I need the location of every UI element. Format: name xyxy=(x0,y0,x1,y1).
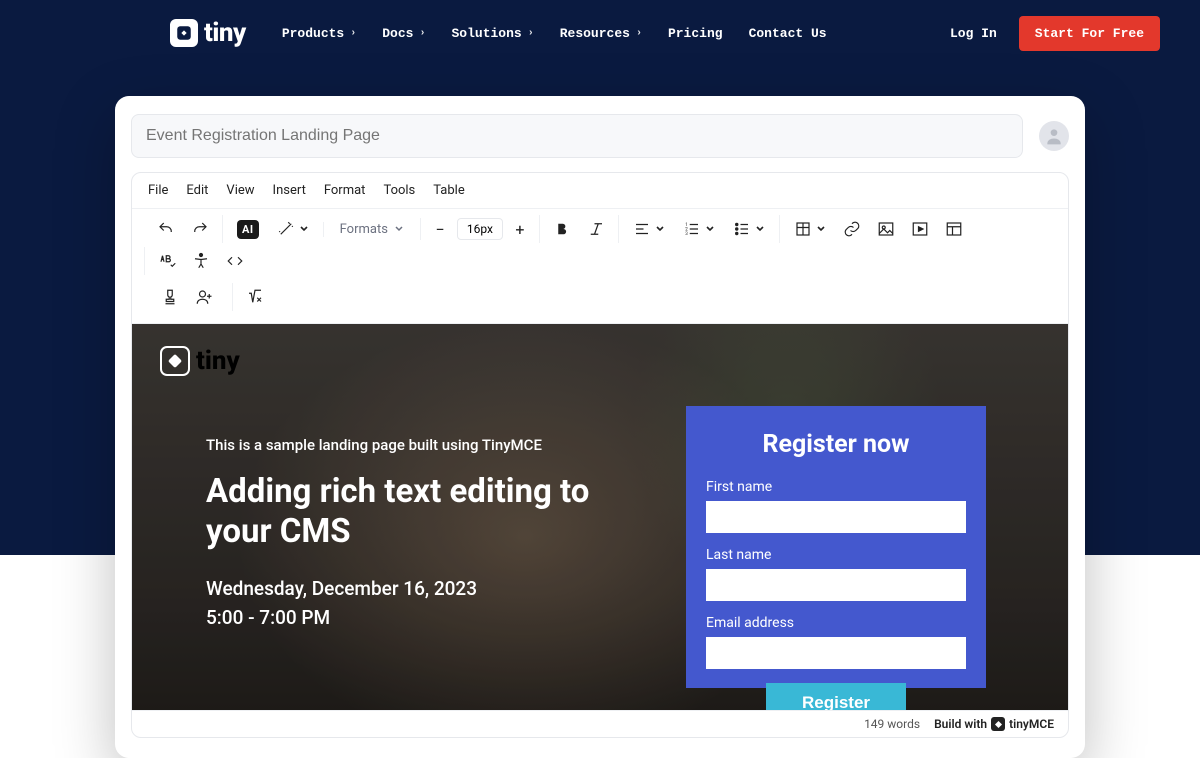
nav-pricing[interactable]: Pricing xyxy=(668,26,723,41)
add-user-button[interactable] xyxy=(190,283,218,311)
status-bar: 149 words Build with tinyMCE xyxy=(132,710,1068,737)
fontsize-input[interactable]: 16px xyxy=(457,218,503,240)
menu-tools[interactable]: Tools xyxy=(383,183,415,198)
svg-text:3: 3 xyxy=(685,231,688,237)
logo-text: tiny xyxy=(204,18,246,48)
register-button[interactable]: Register xyxy=(766,683,906,710)
date-text: Wednesday, December 16, 2023 xyxy=(206,575,646,604)
first-name-label: First name xyxy=(706,479,966,495)
formats-dropdown[interactable]: Formats xyxy=(332,222,412,237)
numbered-list-button[interactable]: 123 xyxy=(677,215,721,243)
menu-table[interactable]: Table xyxy=(433,183,464,198)
nav-contact[interactable]: Contact Us xyxy=(749,26,827,41)
register-card: Register now First name Last name Email … xyxy=(686,406,986,688)
accessibility-button[interactable] xyxy=(187,247,215,275)
media-button[interactable] xyxy=(906,215,934,243)
editor-content[interactable]: tiny This is a sample landing page built… xyxy=(132,324,1068,710)
last-name-input[interactable] xyxy=(706,569,966,601)
first-name-input[interactable] xyxy=(706,501,966,533)
main-nav: Products› Docs› Solutions› Resources› Pr… xyxy=(282,26,827,41)
word-count[interactable]: 149 words xyxy=(864,717,920,731)
tagline-text: This is a sample landing page built usin… xyxy=(206,436,646,454)
site-header: tiny Products› Docs› Solutions› Resource… xyxy=(0,0,1200,66)
link-button[interactable] xyxy=(838,215,866,243)
menu-edit[interactable]: Edit xyxy=(186,183,208,198)
logo-icon xyxy=(170,19,198,47)
tiny-logo-icon xyxy=(991,717,1005,731)
code-button[interactable] xyxy=(221,247,249,275)
headline-text: Adding rich text editing to your CMS xyxy=(206,472,646,551)
document-title-input[interactable] xyxy=(131,114,1023,158)
fontsize-decrease[interactable]: − xyxy=(429,220,451,239)
ai-button[interactable]: AI xyxy=(231,215,265,243)
register-title: Register now xyxy=(706,430,966,459)
email-input[interactable] xyxy=(706,637,966,669)
undo-button[interactable] xyxy=(152,215,180,243)
nav-resources[interactable]: Resources› xyxy=(560,26,642,41)
spellcheck-button[interactable] xyxy=(153,247,181,275)
time-text: 5:00 - 7:00 PM xyxy=(206,604,646,633)
last-name-label: Last name xyxy=(706,547,966,563)
nav-solutions[interactable]: Solutions› xyxy=(451,26,533,41)
image-button[interactable] xyxy=(872,215,900,243)
magic-button[interactable] xyxy=(271,215,315,243)
toolbar: AI Formats − 16px + 123 xyxy=(132,209,1068,324)
bold-button[interactable] xyxy=(548,215,576,243)
user-avatar[interactable] xyxy=(1039,121,1069,151)
editor-card: File Edit View Insert Format Tools Table… xyxy=(115,96,1085,758)
menu-file[interactable]: File xyxy=(148,183,168,198)
editor-frame: File Edit View Insert Format Tools Table… xyxy=(131,172,1069,738)
equation-button[interactable] xyxy=(241,283,269,311)
chevron-right-icon: › xyxy=(350,28,356,39)
nav-docs[interactable]: Docs› xyxy=(382,26,425,41)
menu-view[interactable]: View xyxy=(226,183,254,198)
bullet-list-button[interactable] xyxy=(727,215,771,243)
align-button[interactable] xyxy=(627,215,671,243)
email-label: Email address xyxy=(706,615,966,631)
logo[interactable]: tiny xyxy=(170,18,246,48)
login-link[interactable]: Log In xyxy=(950,26,997,41)
stamp-button[interactable] xyxy=(156,283,184,311)
menu-format[interactable]: Format xyxy=(324,183,366,198)
menu-insert[interactable]: Insert xyxy=(273,183,306,198)
start-free-button[interactable]: Start For Free xyxy=(1019,16,1160,51)
template-button[interactable] xyxy=(940,215,968,243)
chevron-right-icon: › xyxy=(419,28,425,39)
table-button[interactable] xyxy=(788,215,832,243)
chevron-right-icon: › xyxy=(528,28,534,39)
italic-button[interactable] xyxy=(582,215,610,243)
nav-products[interactable]: Products› xyxy=(282,26,356,41)
chevron-right-icon: › xyxy=(636,28,642,39)
fontsize-increase[interactable]: + xyxy=(509,220,531,239)
powered-by[interactable]: Build with tinyMCE xyxy=(934,717,1054,731)
redo-button[interactable] xyxy=(186,215,214,243)
menubar: File Edit View Insert Format Tools Table xyxy=(132,173,1068,209)
